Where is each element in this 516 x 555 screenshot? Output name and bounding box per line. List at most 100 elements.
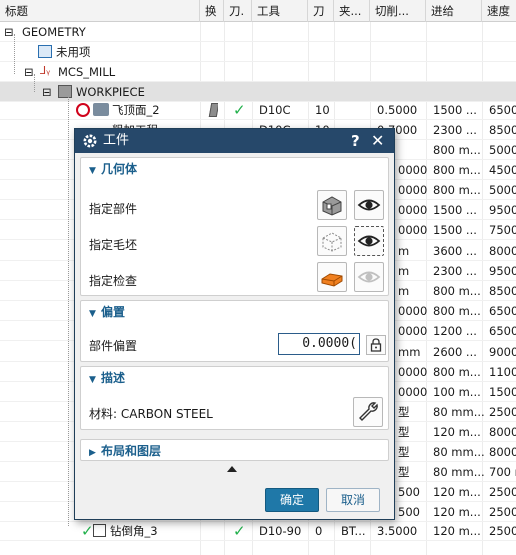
col-change[interactable]: 换 — [200, 0, 224, 22]
collapse-dialog-icon[interactable] — [227, 466, 237, 472]
offset-section: ▼ 偏置 部件偏置 0.0000( — [80, 300, 389, 362]
feed-cell: 800 m... — [433, 365, 481, 379]
table-row[interactable]: 飞顶面_2 ✓ D10C 10 0.5000 1500 ... 6500 — [0, 100, 516, 120]
feed-cell: 120 m... — [433, 425, 481, 439]
select-check-button[interactable] — [317, 262, 347, 292]
col-feed[interactable]: 进给 — [426, 0, 482, 22]
speed-cell: 8000 — [489, 425, 516, 439]
face-mill-icon — [93, 103, 109, 116]
show-check-button[interactable] — [354, 262, 384, 292]
col-tool-num[interactable]: 刀 — [308, 0, 334, 22]
part-offset-label: 部件偏置 — [89, 339, 138, 353]
specify-check-label: 指定检查 — [89, 274, 138, 288]
close-icon[interactable]: ✕ — [371, 129, 384, 153]
offset-section-header[interactable]: ▼ 偏置 — [81, 301, 125, 323]
workpiece-dialog: 工件 ? ✕ ▼ 几何体 指定部件 指定毛坯 指定检查 ▼ 偏置 部件偏置 0.… — [74, 128, 395, 520]
geometry-section-header[interactable]: ▼ 几何体 — [81, 158, 137, 180]
cut-cell: 0000 — [398, 365, 428, 379]
eye-disabled-icon — [357, 271, 381, 283]
cut-cell: 型 — [398, 445, 410, 459]
cut-cell: 0000 — [398, 163, 428, 177]
section-title: 偏置 — [101, 305, 126, 319]
op-name: 钻倒角_3 — [110, 524, 158, 538]
select-blank-button[interactable] — [317, 226, 347, 256]
feed-cell: 1500 ... — [433, 103, 477, 117]
collapse-icon[interactable]: ⊟ — [42, 82, 52, 102]
cancel-button[interactable]: 取消 — [326, 488, 380, 512]
tool-num-cell: 10 — [315, 103, 330, 117]
dialog-title: 工件 — [103, 133, 130, 148]
check-icon: ✓ — [233, 522, 246, 540]
col-tool[interactable]: 工具 — [252, 0, 308, 22]
cut-cell: 0000 — [398, 324, 428, 338]
lock-button[interactable] — [366, 335, 386, 355]
cut-cell: 0000 — [398, 183, 428, 197]
cut-cell: 3.5000 — [377, 524, 418, 538]
select-part-button[interactable] — [317, 190, 347, 220]
tool-change-icon — [208, 103, 218, 117]
cut-cell: 500 — [398, 505, 420, 519]
feed-cell: 800 m... — [433, 183, 481, 197]
feed-cell: 2300 ... — [433, 264, 477, 278]
cut-cell: 型 — [398, 425, 410, 439]
cut-cell: 0000 — [398, 223, 428, 237]
gear-icon — [83, 134, 97, 148]
edit-material-button[interactable] — [353, 397, 383, 427]
part-offset-input[interactable]: 0.0000( — [278, 333, 360, 355]
col-name[interactable]: 标题 — [0, 0, 200, 22]
wrench-icon — [359, 402, 378, 421]
speed-cell: 6500 — [489, 103, 516, 117]
description-section-header[interactable]: ▼ 描述 — [81, 367, 125, 389]
speed-cell: 9000 — [489, 345, 516, 359]
tree-row-unused[interactable]: 未用项 — [0, 42, 516, 62]
description-section: ▼ 描述 材料: CARBON STEEL — [80, 366, 389, 430]
dialog-titlebar[interactable]: 工件 ? ✕ — [75, 129, 394, 153]
cut-cell: 500 — [398, 485, 420, 499]
tree-row-workpiece[interactable]: ⊟ WORKPIECE — [0, 82, 516, 102]
expand-arrow-icon: ▶ — [89, 448, 96, 458]
collapse-icon[interactable]: ⊟ — [24, 62, 34, 82]
col-holder[interactable]: 夹... — [334, 0, 370, 22]
specify-blank-label: 指定毛坯 — [89, 238, 138, 252]
mcs-axis-icon: ⅃ᵧ — [40, 64, 51, 77]
collapse-icon[interactable]: ⊟ — [4, 22, 14, 42]
col-speed[interactable]: 速度 — [482, 0, 516, 22]
table-header: 标题 换 刀. 工具 刀 夹... 切削... 进给 速度 — [0, 0, 516, 22]
specify-part-label: 指定部件 — [89, 202, 138, 216]
show-part-button[interactable] — [354, 190, 384, 220]
feed-cell: 1500 ... — [433, 223, 477, 237]
col-tool-status[interactable]: 刀. — [224, 0, 252, 22]
cut-cell: 0000 — [398, 203, 428, 217]
layout-layers-section-header[interactable]: ▶ 布局和图层 — [81, 440, 161, 462]
ok-button[interactable]: 确定 — [265, 488, 319, 512]
speed-cell: 7500 — [489, 223, 516, 237]
show-blank-button[interactable] — [354, 226, 384, 256]
feed-cell: 120 m... — [433, 485, 481, 499]
speed-cell: 8000 — [489, 445, 516, 459]
speed-cell: 5000 — [489, 183, 516, 197]
feed-cell: 2600 ... — [433, 345, 477, 359]
eye-icon — [357, 199, 381, 211]
section-title: 几何体 — [101, 162, 138, 176]
tree-row-geometry[interactable]: ⊟ GEOMETRY — [0, 22, 516, 42]
part-body-icon — [322, 196, 342, 216]
feed-cell: 800 m... — [433, 304, 481, 318]
table-row[interactable]: ✓ 钻倒角_3 ✓ D10-90 0 BT... 3.5000 120 m...… — [0, 521, 516, 541]
cut-cell: 0000 — [398, 304, 428, 318]
no-entry-icon — [76, 103, 90, 117]
unused-label: 未用项 — [56, 45, 91, 59]
feed-cell: 80 mm... — [433, 465, 485, 479]
section-title: 描述 — [101, 371, 126, 385]
check-icon: ✓ — [233, 101, 246, 119]
speed-cell: 2500 — [489, 485, 516, 499]
tree-row-mcs[interactable]: ⊟ ⅃ᵧ MCS_MILL — [0, 62, 516, 82]
check-icon: ✓ — [81, 522, 94, 540]
holder-cell: BT... — [341, 524, 366, 538]
layout-layers-section[interactable]: ▶ 布局和图层 — [80, 439, 389, 461]
cut-cell: mm — [398, 345, 421, 359]
col-cut-depth[interactable]: 切削... — [370, 0, 426, 22]
feed-cell: 120 m... — [433, 505, 481, 519]
speed-cell: 5000 — [489, 143, 516, 157]
speed-cell: 2500 — [489, 405, 516, 419]
help-icon[interactable]: ? — [351, 129, 360, 153]
